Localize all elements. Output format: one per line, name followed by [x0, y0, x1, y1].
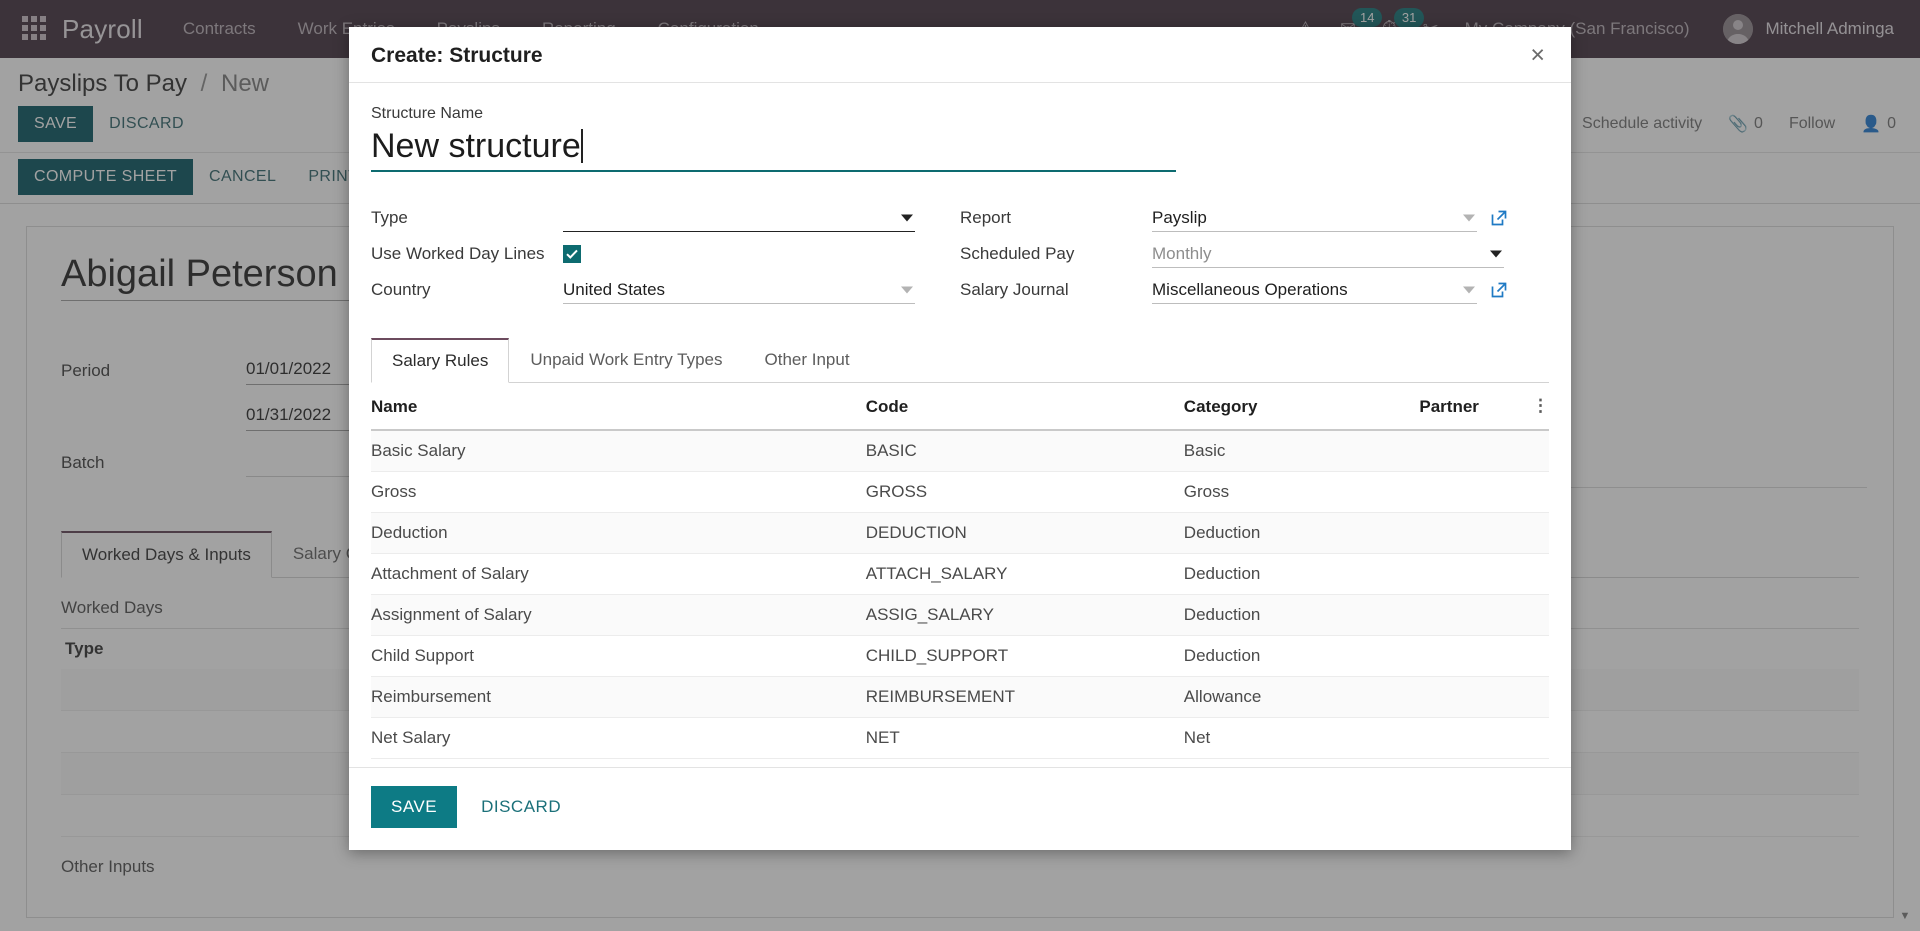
cell-partner — [1419, 430, 1549, 472]
salary-rules-table: Name Code Category Partner ⋮ Basic Salar… — [371, 383, 1549, 759]
cell-partner — [1419, 717, 1549, 759]
field-label-type: Type — [371, 208, 408, 227]
cell-name: Deduction — [371, 512, 866, 554]
table-row[interactable]: Gross GROSS Gross — [371, 471, 1549, 513]
cell-code: REIMBURSEMENT — [865, 676, 1184, 718]
cell-code: GROSS — [865, 471, 1184, 513]
scheduled-pay-value: Monthly — [1152, 243, 1212, 263]
salary-journal-select[interactable]: Miscellaneous Operations — [1152, 276, 1477, 304]
structure-name-value: New structure — [371, 127, 581, 165]
dialog-fields-grid: Type Use Worked Day Lines Country United… — [371, 200, 1549, 308]
table-row[interactable]: Assignment of Salary ASSIG_SALARY Deduct… — [371, 594, 1549, 636]
field-country-row: Country United States — [371, 272, 920, 308]
cell-name: Net Salary — [371, 717, 866, 759]
cell-name: Attachment of Salary — [371, 553, 866, 595]
column-header-code[interactable]: Code — [865, 383, 1184, 431]
cell-name: Child Support — [371, 635, 866, 677]
cell-code: ASSIG_SALARY — [865, 594, 1184, 636]
cell-code: BASIC — [865, 430, 1184, 472]
chevron-down-icon — [1490, 250, 1502, 257]
field-label-use-worked-day-lines: Use Worked Day Lines — [371, 244, 545, 263]
structure-name-label: Structure Name — [371, 105, 484, 122]
dialog-title: Create: Structure — [371, 43, 543, 67]
cell-code: CHILD_SUPPORT — [865, 635, 1184, 677]
column-header-partner[interactable]: Partner ⋮ — [1419, 383, 1549, 431]
use-worked-day-lines-checkbox[interactable] — [563, 245, 581, 263]
cell-name: Reimbursement — [371, 676, 866, 718]
cell-name: Basic Salary — [371, 430, 866, 472]
vertical-dots-icon[interactable]: ⋮ — [1532, 397, 1549, 414]
salary-journal-value: Miscellaneous Operations — [1152, 279, 1348, 299]
field-salary-journal-row: Salary Journal Miscellaneous Operations — [960, 272, 1509, 308]
tab-unpaid-work-entry-types[interactable]: Unpaid Work Entry Types — [509, 338, 743, 382]
open-salary-journal-external-link-icon[interactable] — [1489, 280, 1509, 300]
dialog-discard-button[interactable]: DISCARD — [463, 786, 579, 828]
column-header-name[interactable]: Name — [371, 383, 866, 431]
dialog-body: Structure Name New structure Type Use Wo… — [349, 83, 1571, 767]
cell-partner — [1419, 553, 1549, 595]
table-row[interactable]: Basic Salary BASIC Basic — [371, 430, 1549, 472]
table-row[interactable]: Child Support CHILD_SUPPORT Deduction — [371, 635, 1549, 677]
chevron-down-icon — [1463, 214, 1475, 221]
table-row[interactable]: Reimbursement REIMBURSEMENT Allowance — [371, 676, 1549, 718]
report-select[interactable]: Payslip — [1152, 204, 1477, 232]
cell-category: Gross — [1183, 471, 1420, 513]
cell-category: Allowance — [1183, 676, 1420, 718]
cell-category: Deduction — [1183, 512, 1420, 554]
report-value: Payslip — [1152, 207, 1207, 227]
cell-category: Basic — [1183, 430, 1420, 472]
table-row[interactable]: Attachment of Salary ATTACH_SALARY Deduc… — [371, 553, 1549, 595]
cell-category: Net — [1183, 717, 1420, 759]
field-label-salary-journal: Salary Journal — [960, 280, 1069, 299]
chevron-down-icon — [901, 214, 913, 221]
structure-name-input[interactable]: New structure — [371, 127, 1176, 172]
field-report-row: Report Payslip — [960, 200, 1509, 236]
cell-category: Deduction — [1183, 553, 1420, 595]
close-icon[interactable]: × — [1526, 43, 1549, 68]
cell-code: DEDUCTION — [865, 512, 1184, 554]
field-label-scheduled-pay: Scheduled Pay — [960, 244, 1075, 263]
cell-code: NET — [865, 717, 1184, 759]
text-cursor — [580, 129, 583, 163]
cell-partner — [1419, 594, 1549, 636]
cell-name: Gross — [371, 471, 866, 513]
tab-other-input[interactable]: Other Input — [744, 338, 871, 382]
chevron-down-icon — [901, 286, 913, 293]
cell-category: Deduction — [1183, 594, 1420, 636]
column-header-partner-label: Partner — [1419, 397, 1479, 416]
table-row[interactable]: Deduction DEDUCTION Deduction — [371, 512, 1549, 554]
dialog-footer: SAVE DISCARD — [349, 767, 1571, 850]
country-select[interactable]: United States — [563, 276, 915, 304]
dialog-notebook-tabs: Salary Rules Unpaid Work Entry Types Oth… — [371, 338, 1549, 383]
table-row[interactable]: Net Salary NET Net — [371, 717, 1549, 759]
tab-salary-rules[interactable]: Salary Rules — [371, 338, 510, 383]
salary-rules-body: Basic Salary BASIC Basic Gross GROSS Gro… — [371, 430, 1549, 759]
column-header-category[interactable]: Category — [1183, 383, 1420, 431]
cell-code: ATTACH_SALARY — [865, 553, 1184, 595]
cell-partner — [1419, 512, 1549, 554]
cell-partner — [1419, 635, 1549, 677]
field-scheduled-pay-row: Scheduled Pay Monthly — [960, 236, 1509, 272]
country-value: United States — [563, 279, 666, 299]
table-header-row: Name Code Category Partner ⋮ — [371, 383, 1549, 431]
field-use-worked-day-lines-row: Use Worked Day Lines — [371, 236, 920, 272]
field-label-report: Report — [960, 208, 1012, 227]
field-label-country: Country — [371, 280, 431, 299]
dialog-header: Create: Structure × — [349, 27, 1571, 83]
create-structure-dialog: Create: Structure × Structure Name New s… — [349, 27, 1571, 850]
dialog-fields-left: Type Use Worked Day Lines Country United… — [371, 200, 960, 308]
use-worked-day-lines-wrap — [563, 245, 915, 263]
cell-partner — [1419, 676, 1549, 718]
chevron-down-icon — [1463, 286, 1475, 293]
scheduled-pay-select[interactable]: Monthly — [1152, 240, 1504, 268]
dialog-fields-right: Report Payslip Scheduled Pay Monthly Sal… — [960, 200, 1549, 308]
open-report-external-link-icon[interactable] — [1489, 208, 1509, 228]
dialog-save-button[interactable]: SAVE — [371, 786, 458, 828]
cell-category: Deduction — [1183, 635, 1420, 677]
field-type-row: Type — [371, 200, 920, 236]
cell-partner — [1419, 471, 1549, 513]
cell-name: Assignment of Salary — [371, 594, 866, 636]
type-select[interactable] — [563, 204, 915, 232]
